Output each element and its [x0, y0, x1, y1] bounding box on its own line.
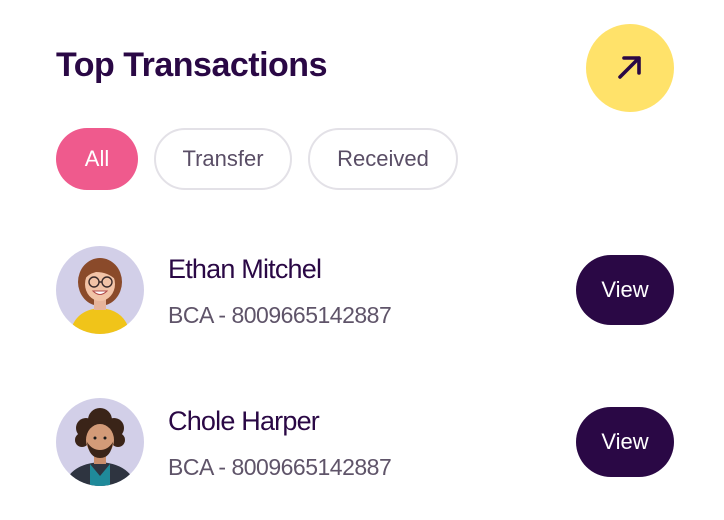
view-button[interactable]: View — [576, 255, 674, 325]
transaction-name: Chole Harper — [168, 406, 320, 436]
open-transactions-button[interactable] — [586, 24, 674, 112]
filter-chip-received[interactable]: Received — [308, 128, 458, 190]
avatar — [56, 246, 144, 334]
avatar — [56, 398, 144, 486]
transaction-row: Chole Harper BCA - 8009665142887 View — [0, 398, 724, 488]
filter-chip-all[interactable]: All — [56, 128, 138, 190]
section-title: Top Transactions — [56, 46, 327, 84]
transaction-row: Ethan Mitchel BCA - 8009665142887 View — [0, 246, 724, 336]
transaction-name: Ethan Mitchel — [168, 254, 322, 284]
arrow-up-right-icon — [613, 50, 647, 87]
view-button[interactable]: View — [576, 407, 674, 477]
filter-chip-transfer[interactable]: Transfer — [154, 128, 292, 190]
transaction-account: BCA - 8009665142887 — [168, 454, 392, 480]
transaction-account: BCA - 8009665142887 — [168, 302, 392, 328]
